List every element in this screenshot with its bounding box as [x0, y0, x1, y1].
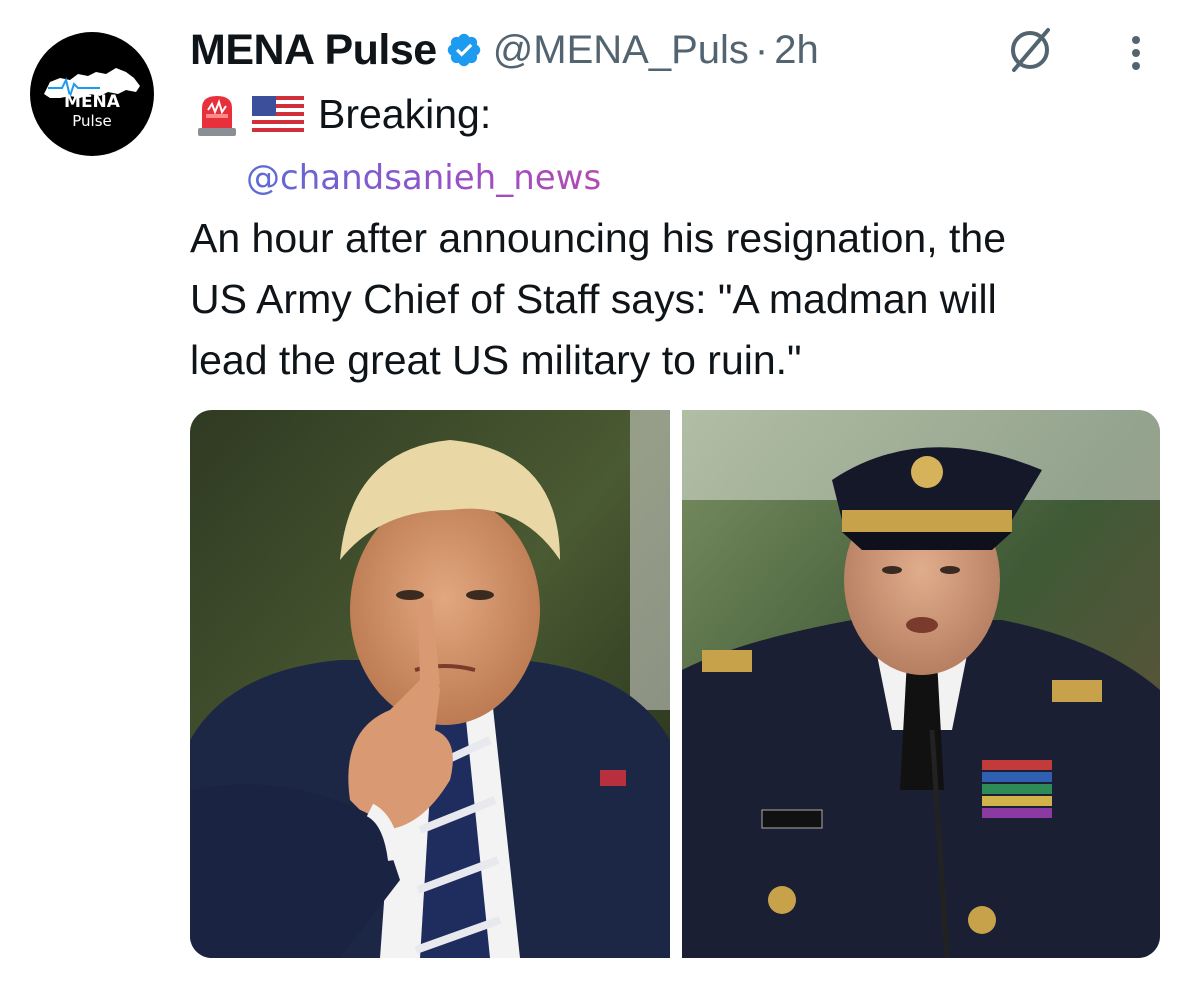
avatar-label-mena: MENA	[64, 92, 120, 112]
police-siren-emoji	[198, 96, 236, 136]
mention-link[interactable]: @chandsanieh_news	[246, 158, 601, 198]
verified-badge-icon	[447, 33, 480, 67]
tweet-body-line: An hour after announcing his resignation…	[190, 215, 1006, 261]
photo-man-pointing[interactable]	[190, 410, 670, 958]
author-handle-and-time[interactable]: @MENA_Puls · 2h	[493, 28, 819, 73]
more-options-icon[interactable]	[1118, 28, 1154, 78]
grok-icon[interactable]	[1002, 22, 1058, 78]
avatar-label-pulse: Pulse	[72, 112, 112, 130]
author-display-name[interactable]: MENA Pulse	[190, 26, 437, 75]
tweet-media	[190, 410, 1160, 958]
tweet[interactable]: MENA Pulse MENA Pulse @MENA_Puls · 2h Br…	[0, 0, 1193, 981]
tweet-timestamp[interactable]: 2h	[774, 28, 819, 72]
author-handle[interactable]: @MENA_Puls	[493, 28, 749, 72]
us-flag-emoji	[252, 96, 304, 132]
tweet-body-line: US Army Chief of Staff says: "A madman w…	[190, 276, 997, 322]
breaking-line: Breaking:	[192, 88, 491, 140]
tweet-header: MENA Pulse @MENA_Puls · 2h	[190, 22, 819, 78]
breaking-label: Breaking:	[318, 90, 492, 137]
avatar[interactable]: MENA Pulse	[30, 32, 154, 156]
tweet-body-line: lead the great US military to ruin."	[190, 337, 802, 383]
separator-dot: ·	[754, 27, 769, 72]
photo-army-officer-speaking[interactable]	[682, 410, 1160, 958]
tweet-body: An hour after announcing his resignation…	[190, 208, 1180, 391]
